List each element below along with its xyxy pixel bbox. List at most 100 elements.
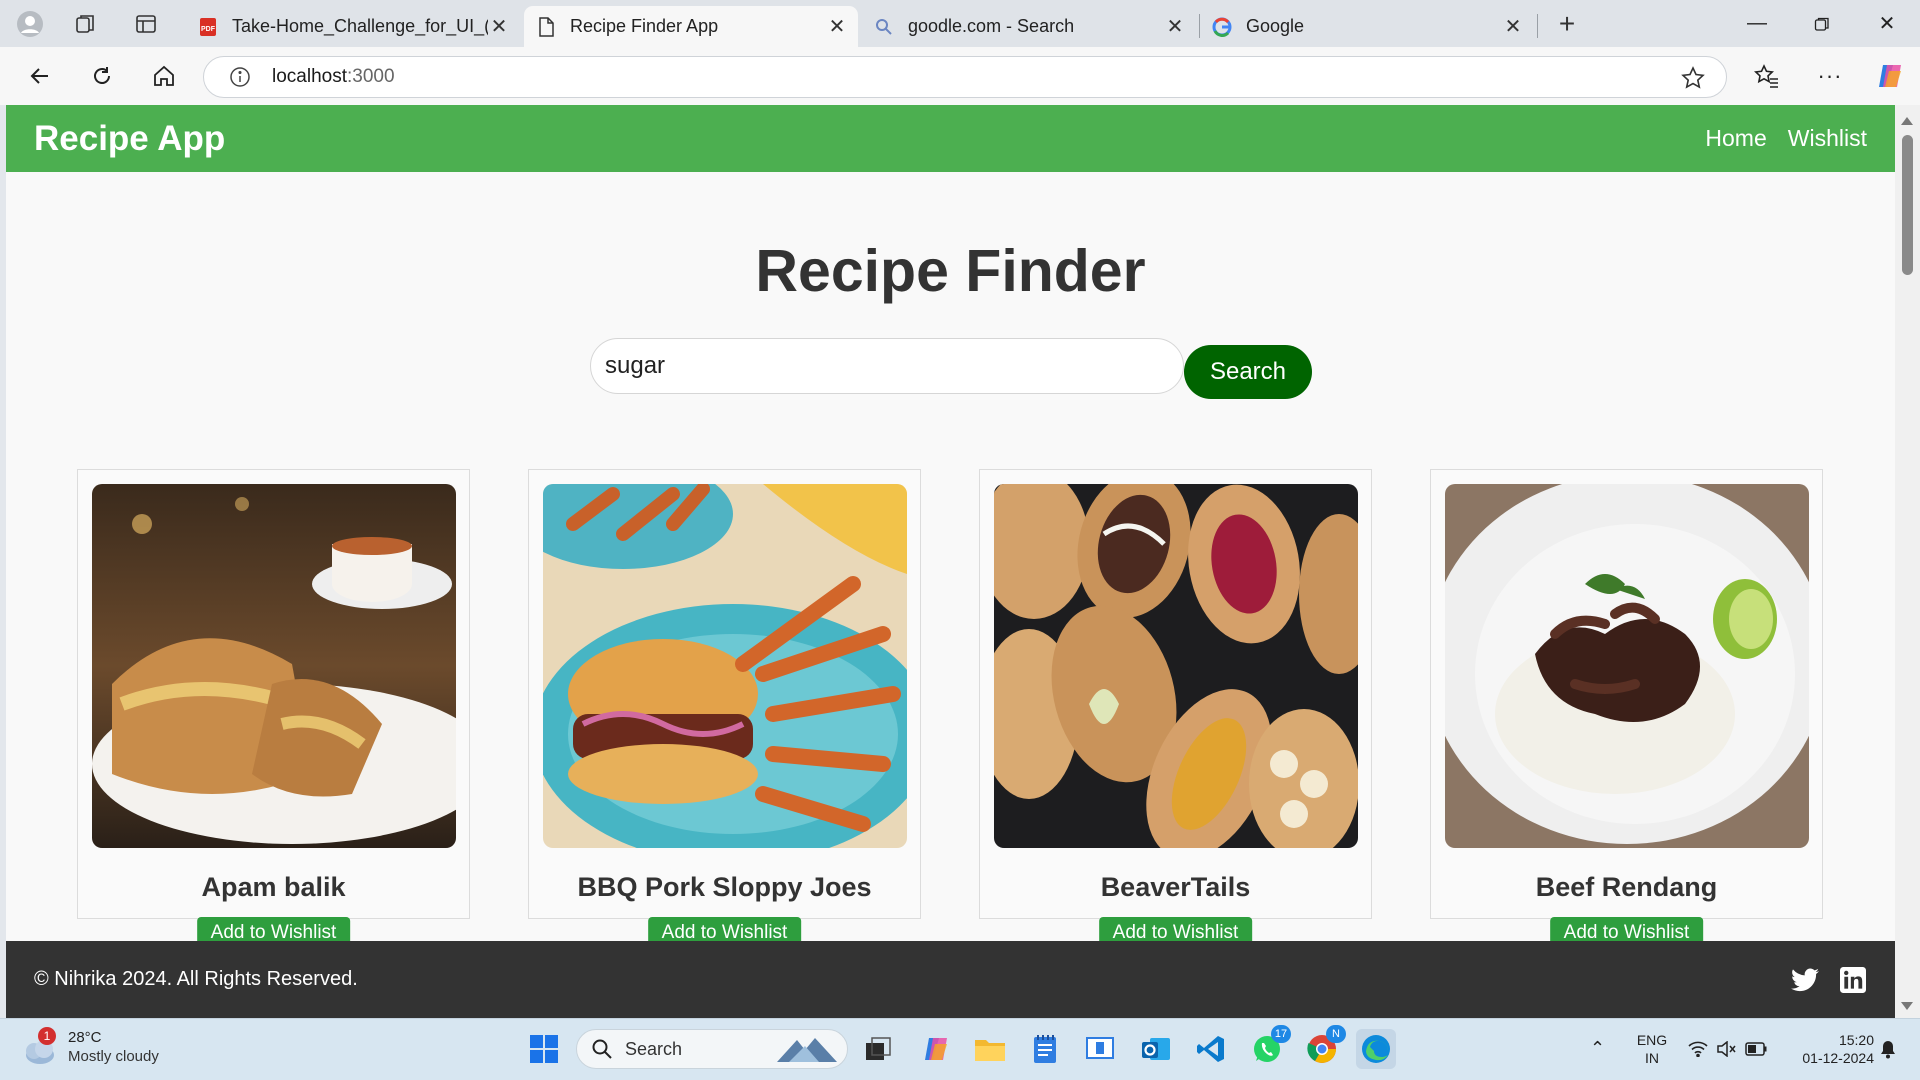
whatsapp-badge: 17 — [1271, 1025, 1291, 1043]
tab-search[interactable]: goodle.com - Search ✕ — [862, 6, 1196, 47]
browser-toolbar: localhost:3000 ··· — [0, 47, 1920, 105]
taskbar-search-placeholder: Search — [625, 1038, 683, 1059]
search-icon — [874, 17, 894, 37]
windows-start-icon[interactable] — [524, 1029, 564, 1069]
favorites-icon[interactable] — [1747, 56, 1787, 96]
file-explorer-icon[interactable] — [970, 1029, 1010, 1069]
google-icon — [1212, 17, 1232, 37]
weather-temperature: 28°C — [68, 1029, 102, 1046]
language-indicator[interactable]: ENG IN — [1634, 1031, 1670, 1067]
more-options-icon[interactable]: ··· — [1810, 56, 1850, 96]
scrollbar-thumb[interactable] — [1902, 135, 1913, 275]
recipe-card: BBQ Pork Sloppy Joes Add to Wishlist — [528, 469, 921, 949]
battery-icon[interactable] — [1744, 1029, 1768, 1069]
close-tab-icon[interactable]: ✕ — [488, 14, 510, 39]
tab-title: Take-Home_Challenge_for_UI_(1)_ — [232, 16, 488, 36]
back-icon[interactable] — [20, 56, 60, 96]
copilot-app-icon[interactable] — [916, 1029, 956, 1069]
remote-desktop-icon[interactable] — [1080, 1029, 1120, 1069]
scroll-down-icon[interactable] — [1901, 1002, 1913, 1010]
whatsapp-icon[interactable]: 17 — [1247, 1025, 1291, 1069]
pdf-icon: PDF — [198, 17, 218, 37]
recipe-name: BeaverTails — [1100, 872, 1251, 902]
close-tab-icon[interactable]: ✕ — [1164, 14, 1186, 39]
recipe-card: BeaverTails Add to Wishlist — [979, 469, 1372, 949]
volume-muted-icon[interactable] — [1714, 1029, 1738, 1069]
linkedin-icon[interactable] — [1839, 966, 1867, 994]
recipe-image-bbq-pork-sloppy-joes — [543, 484, 907, 848]
refresh-icon[interactable] — [82, 56, 122, 96]
nav-home-link[interactable]: Home — [1705, 125, 1766, 152]
outlook-icon[interactable] — [1136, 1029, 1176, 1069]
tab-title: goodle.com - Search — [908, 16, 1075, 36]
close-window-icon[interactable]: ✕ — [1855, 0, 1919, 47]
weather-alert-badge: 1 — [38, 1027, 56, 1045]
workspaces-icon[interactable] — [68, 6, 104, 42]
chrome-icon[interactable]: N — [1302, 1025, 1346, 1069]
page-icon — [536, 16, 556, 37]
cloud-icon: 1 — [20, 1027, 60, 1067]
recipe-name: Beef Rendang — [1535, 872, 1718, 902]
recipe-card: Apam balik Add to Wishlist — [77, 469, 470, 949]
vertical-tabs-icon[interactable] — [128, 6, 164, 42]
tab-google[interactable]: Google ✕ — [1200, 6, 1534, 47]
footer-copyright: © Nihrika 2024. All Rights Reserved. — [34, 968, 358, 990]
task-view-icon[interactable] — [858, 1029, 898, 1069]
tab-pdf[interactable]: PDF Take-Home_Challenge_for_UI_(1)_ ✕ — [186, 6, 520, 47]
clock-date: 01-12-2024 — [1802, 1050, 1874, 1066]
app-footer: © Nihrika 2024. All Rights Reserved. — [6, 941, 1895, 1018]
nav-wishlist-link[interactable]: Wishlist — [1788, 125, 1867, 152]
restore-icon[interactable] — [1790, 0, 1854, 47]
site-info-icon[interactable] — [228, 65, 252, 89]
url-port: :3000 — [347, 66, 395, 87]
tab-divider — [1537, 14, 1538, 38]
vscode-icon[interactable] — [1191, 1029, 1231, 1069]
recipe-name: BBQ Pork Sloppy Joes — [577, 872, 872, 902]
taskbar-search-box[interactable]: Search — [576, 1029, 848, 1069]
page-viewport: Recipe App Home Wishlist Recipe Finder S… — [0, 105, 1920, 1018]
tab-title: Google — [1246, 16, 1305, 36]
region-code: IN — [1645, 1050, 1659, 1066]
recipe-search-input[interactable] — [590, 338, 1184, 394]
page-scrollbar[interactable] — [1895, 105, 1920, 1018]
clock[interactable]: 15:20 01-12-2024 — [1780, 1031, 1874, 1067]
clock-time: 15:20 — [1838, 1032, 1874, 1048]
close-tab-icon[interactable]: ✕ — [1502, 14, 1524, 39]
profile-avatar-icon[interactable] — [12, 6, 48, 42]
weather-condition: Mostly cloudy — [68, 1048, 159, 1065]
page-title: Recipe Finder — [755, 238, 1146, 304]
search-icon — [592, 1039, 612, 1059]
search-highlight-icon — [777, 1038, 837, 1062]
search-button[interactable]: Search — [1184, 345, 1312, 399]
favorite-star-icon[interactable] — [1680, 65, 1706, 91]
tab-title: Recipe Finder App — [570, 16, 719, 36]
chrome-profile-badge: N — [1326, 1025, 1346, 1043]
edge-icon[interactable] — [1356, 1029, 1396, 1069]
tab-recipe-finder[interactable]: Recipe Finder App ✕ — [524, 6, 858, 47]
browser-tab-bar: PDF Take-Home_Challenge_for_UI_(1)_ ✕ Re… — [0, 0, 1920, 47]
app-brand[interactable]: Recipe App — [34, 119, 1684, 159]
recipe-app-page: Recipe App Home Wishlist Recipe Finder S… — [6, 105, 1895, 1018]
close-tab-icon[interactable]: ✕ — [826, 14, 848, 39]
windows-taskbar: 1 28°C Mostly cloudy Search 17 N ⌃ ENG I… — [0, 1018, 1920, 1080]
scroll-up-icon[interactable] — [1901, 117, 1913, 125]
recipe-image-apam-balik — [92, 484, 456, 848]
new-tab-icon[interactable]: + — [1549, 6, 1585, 42]
url-host: localhost — [272, 66, 347, 87]
twitter-icon[interactable] — [1791, 966, 1819, 994]
recipe-image-beef-rendang — [1445, 484, 1809, 848]
minimize-icon[interactable]: — — [1725, 0, 1789, 47]
language-code: ENG — [1636, 1032, 1668, 1048]
copilot-icon[interactable] — [1870, 56, 1910, 96]
svg-text:PDF: PDF — [201, 26, 216, 33]
wifi-icon[interactable] — [1686, 1029, 1710, 1069]
notepad-icon[interactable] — [1025, 1029, 1065, 1069]
home-icon[interactable] — [144, 56, 184, 96]
notification-bell-icon[interactable] — [1876, 1029, 1900, 1069]
show-hidden-icons-icon[interactable]: ⌃ — [1590, 1039, 1605, 1057]
recipe-name: Apam balik — [201, 872, 346, 902]
url-text: localhost:3000 — [272, 66, 395, 88]
recipe-card: Beef Rendang Add to Wishlist — [1430, 469, 1823, 949]
address-bar[interactable]: localhost:3000 — [203, 56, 1727, 98]
weather-widget[interactable]: 1 28°C Mostly cloudy — [20, 1027, 159, 1067]
